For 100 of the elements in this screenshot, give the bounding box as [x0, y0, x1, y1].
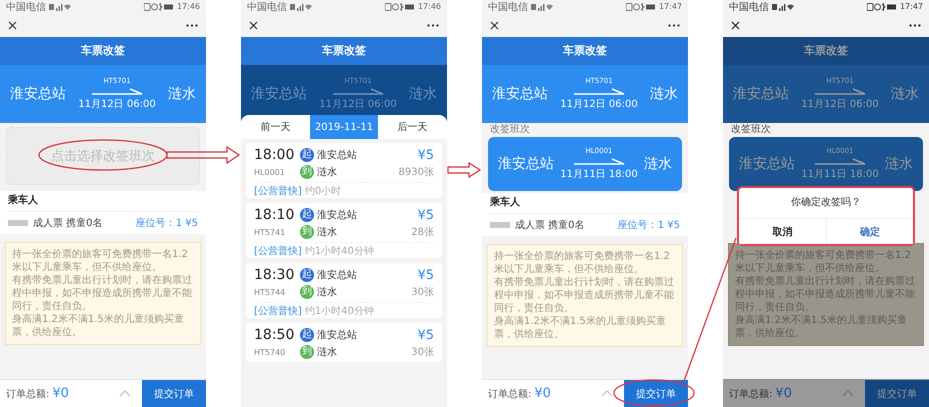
arrival-marker: 到: [300, 225, 314, 239]
more-icon[interactable]: [427, 24, 439, 26]
page-title: 车票改签: [0, 37, 206, 65]
signal-icon: [49, 2, 71, 10]
departure-station: 淮安总站: [492, 85, 548, 103]
close-icon[interactable]: [249, 20, 258, 30]
submit-button[interactable]: 提交订单: [624, 380, 688, 407]
ticket-price: ¥5: [417, 208, 434, 222]
train-number: HT5740: [254, 348, 286, 356]
trip-card[interactable]: 18:10 起 淮安总站 ¥5 HT5741 到 涟水 28张 [公营普快] 约1小时40分钟: [246, 203, 442, 258]
seat-price: 座位号：1 ¥5: [136, 216, 198, 230]
departure-time: 18:10: [254, 207, 296, 223]
notice-text: 有携带免票儿童出行计划时，请在购票过程中申报，如不申报造成所携带儿童不能同行，责任自负。: [735, 275, 916, 314]
more-icon[interactable]: [909, 24, 921, 26]
arrival-marker: 到: [300, 345, 314, 359]
close-icon[interactable]: [490, 20, 499, 30]
total-label: 订单总额:: [488, 388, 532, 400]
arrival-station: 涟水: [408, 85, 437, 103]
arrival-station: 涟水: [317, 286, 337, 299]
ticket-type: 成人票 携童0名: [33, 216, 103, 230]
carrier-name: 中国电信: [729, 0, 769, 14]
notice-text: 身高满1.2米不满1.5米的儿童须购买童票，供给座位。: [494, 315, 667, 341]
arrival-marker: 到: [300, 165, 314, 179]
train-number: HT5744: [254, 288, 286, 296]
departure-time: 11月12日 06:00: [560, 98, 638, 111]
signal-icon: [772, 2, 794, 10]
departure-station: 淮安总站: [317, 268, 357, 282]
total-amount: ¥0: [52, 386, 69, 401]
signal-icon: [531, 2, 553, 10]
more-icon[interactable]: [668, 24, 680, 26]
arrival-station: 涟水: [890, 85, 919, 103]
total-amount: ¥0: [534, 386, 551, 401]
train-number: HL0001: [254, 168, 286, 176]
trip-duration: 约1小时40分钟: [304, 244, 374, 258]
departure-station: 淮安总站: [733, 85, 789, 103]
ticket-type: 成人票 携童0名: [515, 218, 585, 232]
departure-station: 淮安总站: [10, 85, 66, 103]
annotation-arrow: [447, 162, 482, 178]
departure-time: 18:00: [254, 147, 296, 163]
section-label: 改签班次: [730, 123, 772, 137]
trip-card[interactable]: 18:00 起 淮安总站 ¥5 HL0001 到 涟水 8930张 [公营普快] 约0小时: [246, 143, 442, 198]
clock-time: 17:46: [176, 2, 200, 11]
arrival-station: 涟水: [884, 155, 913, 173]
trip-card[interactable]: 18:30 起 淮安总站 ¥5 HT5744 到 涟水 30张 [公营普快] 约1小时40分钟: [246, 263, 442, 318]
status-icons-drawing: [144, 2, 174, 10]
departure-time: 18:30: [254, 267, 296, 283]
departure-marker: 起: [300, 148, 314, 162]
seats-left: 30张: [411, 286, 434, 299]
departure-station: 淮安总站: [251, 85, 307, 103]
ticket-price: ¥5: [417, 328, 434, 342]
departure-time: 18:50: [254, 327, 296, 343]
departure-station: 淮安总站: [317, 208, 357, 222]
notice-text: 持一张全价票的旅客可免费携带一名1.2米以下儿童乘车，但不供给座位。: [12, 248, 189, 274]
passenger-label: 乘车人: [8, 191, 198, 212]
departure-station: 淮安总站: [498, 155, 554, 173]
departure-time: 11月11日 18:00: [560, 168, 638, 181]
carrier-name: 中国电信: [247, 0, 287, 14]
carrier-name: 中国电信: [6, 0, 46, 14]
trip-card[interactable]: 18:50 起 淮安总站 ¥5 HT5740 到 涟水 30张: [246, 323, 442, 362]
departure-time: 11月12日 06:00: [319, 98, 397, 111]
page-title: 车票改签: [482, 37, 688, 65]
more-icon[interactable]: [186, 24, 198, 26]
notice-text: 有携带免票儿童出行计划时，请在购票过程中申报，如不申报造成所携带儿童不能同行，责任自负。: [494, 276, 675, 315]
train-number: HT5741: [254, 228, 286, 236]
notice-text: 身高满1.2米不满1.5米的儿童须购买童票，供给座位。: [12, 313, 185, 339]
redacted-name: [8, 220, 28, 226]
clock-time: 17:47: [658, 2, 682, 11]
trip-duration: 约1小时40分钟: [304, 304, 374, 318]
status-icons-drawing: [626, 2, 656, 10]
page-title: 车票改签: [241, 37, 447, 65]
close-icon[interactable]: [731, 20, 740, 30]
notice-text: 持一张全价票的旅客可免费携带一名1.2米以下儿童乘车，但不供给座位。: [494, 250, 671, 276]
notice-text: 持一张全价票的旅客可免费携带一名1.2米以下儿童乘车，但不供给座位。: [735, 249, 912, 275]
arrival-station: 涟水: [168, 85, 196, 103]
seats-left: 28张: [411, 226, 434, 239]
arrival-marker: 到: [300, 285, 314, 299]
ticket-price: ¥5: [417, 268, 434, 282]
departure-marker: 起: [300, 268, 314, 282]
cancel-button[interactable]: 取消: [739, 219, 826, 244]
service-tag: [公营普快]: [254, 184, 302, 198]
carrier-name: 中国电信: [488, 0, 528, 14]
trip-duration: 约0小时: [304, 184, 342, 198]
status-icons-drawing: [866, 2, 897, 10]
seats-left: 30张: [411, 346, 434, 359]
total-amount: ¥0: [775, 386, 792, 401]
notice-text: 身高满1.2米不满1.5米的儿童须购买童票，供给座位。: [735, 314, 908, 340]
total-label: 订单总额:: [729, 388, 772, 400]
arrival-station: 涟水: [650, 85, 678, 103]
submit-button[interactable]: 提交订单: [142, 380, 206, 407]
departure-marker: 起: [300, 208, 314, 222]
service-tag: [公营普快]: [254, 244, 302, 258]
redacted-name: [490, 222, 510, 228]
page-title: 车票改签: [723, 37, 929, 65]
departure-time: 11月12日 06:00: [801, 98, 879, 111]
notice-text: 有携带免票儿童出行计划时，请在购票过程中申报，如不申报造成所携带儿童不能同行，责任自负。: [12, 274, 193, 313]
close-icon[interactable]: [8, 20, 17, 30]
arrival-station: 涟水: [317, 346, 337, 359]
section-label: 改签班次: [489, 123, 531, 137]
departure-time: 11月11日 18:00: [801, 168, 879, 181]
departure-marker: 起: [300, 328, 314, 342]
